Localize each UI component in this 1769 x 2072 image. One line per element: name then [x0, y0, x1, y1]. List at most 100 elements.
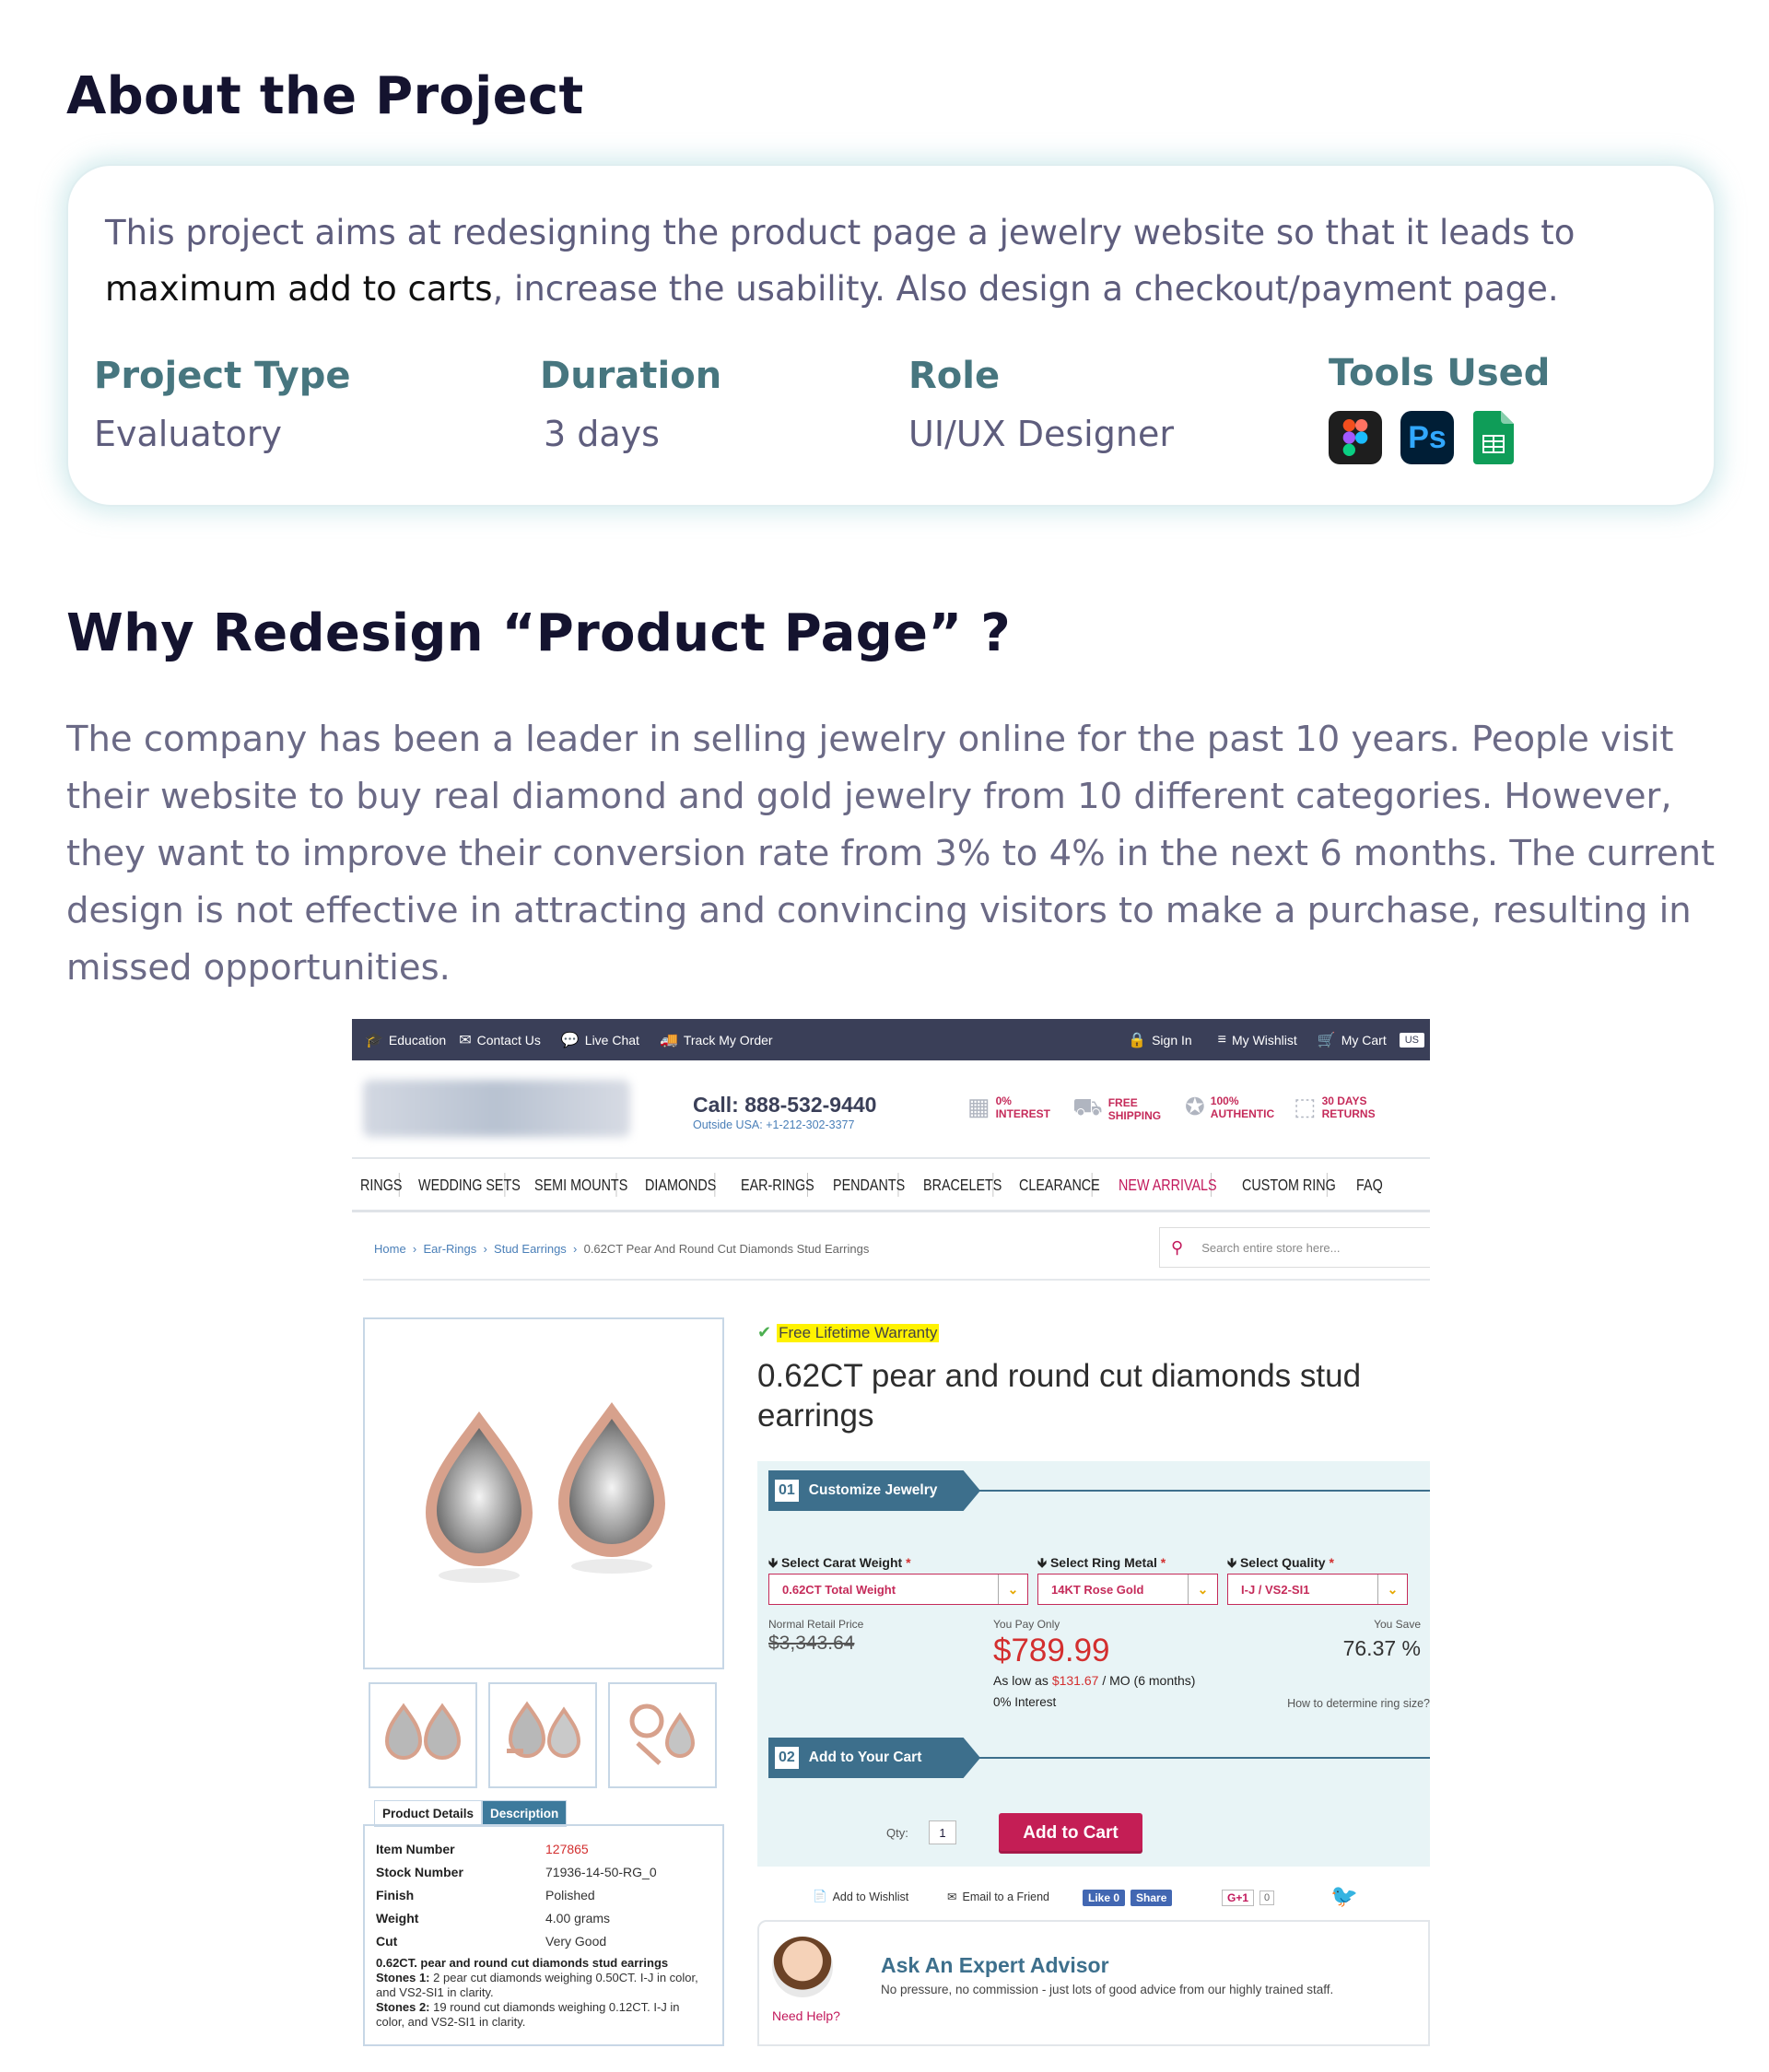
step-label: Customize Jewelry — [808, 1482, 938, 1498]
savings-percent: 76.37 % — [1342, 1636, 1421, 1660]
detail-row: Item Number 127865 — [376, 1837, 711, 1860]
financing-text: As low as $131.67 / MO (6 months) — [993, 1673, 1195, 1688]
country-flag[interactable]: US — [1399, 1032, 1424, 1048]
google-plus-button[interactable]: G+1 — [1222, 1890, 1255, 1906]
nav-ear-rings[interactable]: EAR-RINGS — [732, 1172, 814, 1197]
detail-key: Stock Number — [376, 1864, 463, 1879]
ring-metal-label: 🡻 Select Ring Metal * — [1037, 1555, 1166, 1570]
badge-label: 100% AUTHENTIC — [1210, 1094, 1275, 1120]
topbar-label: My Cart — [1341, 1032, 1387, 1048]
nav-bracelets[interactable]: BRACELETS — [915, 1172, 1002, 1197]
tab-description[interactable]: Description — [482, 1800, 568, 1827]
google-plus-buttons: G+1 0 — [1222, 1890, 1275, 1906]
expert-advisor-box[interactable]: Need Help? Ask An Expert Advisor No pres… — [757, 1920, 1430, 2046]
envelope-icon: ✉ — [947, 1891, 957, 1903]
role-label: Role — [908, 355, 1001, 397]
step-label: Add to Your Cart — [808, 1750, 922, 1765]
nav-faq[interactable]: FAQ — [1348, 1173, 1391, 1197]
detail-value: 71936-14-50-RG_0 — [545, 1864, 657, 1879]
email-friend-link[interactable]: ✉ Email to a Friend — [947, 1890, 1049, 1904]
product-thumbnail[interactable] — [369, 1682, 477, 1788]
topbar-wishlist[interactable]: ≡ My Wishlist — [1218, 1032, 1297, 1048]
ring-size-link[interactable]: How to determine ring size? — [1287, 1697, 1430, 1710]
detail-value: Very Good — [545, 1933, 607, 1949]
carat-weight-label: 🡻 Select Carat Weight * — [768, 1555, 911, 1570]
ribbon-icon: ✪ — [1185, 1093, 1205, 1120]
quality-select[interactable]: I-J / VS2-SI1 ⌄ — [1227, 1574, 1408, 1605]
product-thumbnail[interactable] — [488, 1682, 597, 1788]
sale-price: $789.99 — [993, 1633, 1110, 1668]
nav-rings[interactable]: RINGS — [352, 1172, 402, 1197]
detail-key: Weight — [376, 1910, 419, 1926]
about-heading: About the Project — [66, 66, 584, 126]
expert-title: Ask An Expert Advisor — [881, 1953, 1109, 1977]
twitter-button[interactable]: 🐦 — [1330, 1883, 1358, 1910]
topbar-education[interactable]: 🎓 Education — [365, 1031, 446, 1049]
why-heading: Why Redesign “Product Page” ? — [66, 603, 1012, 663]
tab-product-details[interactable]: Product Details — [374, 1800, 483, 1827]
need-help-label: Need Help? — [772, 2008, 840, 2023]
select-value: 14KT Rose Gold — [1051, 1582, 1144, 1597]
savings-label: You Save — [1374, 1618, 1421, 1631]
details-tabs: Product Details Description — [374, 1800, 568, 1827]
carat-weight-select[interactable]: 0.62CT Total Weight ⌄ — [768, 1574, 1028, 1605]
select-value: I-J / VS2-SI1 — [1241, 1582, 1310, 1597]
calculator-icon: ▦ — [967, 1093, 990, 1120]
search-input[interactable]: Search entire store here... — [1201, 1241, 1340, 1255]
step-number: 01 — [774, 1479, 800, 1503]
nav-new-arrivals[interactable]: NEW ARRIVALS — [1110, 1172, 1217, 1197]
chevron-down-icon: ⌄ — [998, 1574, 1027, 1604]
twitter-bird-icon: 🐦 — [1330, 1884, 1358, 1909]
topbar-live-chat[interactable]: 💬 Live Chat — [561, 1031, 639, 1049]
nav-diamonds[interactable]: DIAMONDS — [637, 1172, 716, 1197]
nav-custom-ring[interactable]: CUSTOM RING — [1234, 1172, 1336, 1197]
facebook-share-button[interactable]: Share — [1131, 1890, 1173, 1906]
nav-semi-mounts[interactable]: SEMI MOUNTS — [526, 1172, 627, 1197]
stones2-label: Stones 2: — [376, 2000, 430, 2014]
search-icon[interactable]: ⚲ — [1171, 1238, 1183, 1258]
quantity-label: Qty: — [886, 1826, 908, 1840]
list-icon: ≡ — [1217, 1031, 1227, 1048]
quality-label: 🡻 Select Quality * — [1227, 1555, 1334, 1570]
topbar-label: Contact Us — [476, 1032, 541, 1048]
quantity-input[interactable]: 1 — [929, 1820, 956, 1844]
nav-clearance[interactable]: CLEARANCE — [1011, 1172, 1100, 1197]
topbar-cart[interactable]: 🛒 My Cart — [1318, 1031, 1387, 1049]
google-sheets-icon — [1472, 411, 1515, 464]
ring-metal-select[interactable]: 14KT Rose Gold ⌄ — [1037, 1574, 1218, 1605]
facebook-like-button[interactable]: Like 0 — [1083, 1890, 1126, 1906]
select-label: Select Carat Weight — [780, 1555, 903, 1570]
phone-number: Call: 888-532-9440 — [693, 1093, 877, 1117]
search-box[interactable]: ⚲ Search entire store here... — [1159, 1227, 1430, 1268]
topbar-sign-in[interactable]: 🔒 Sign In — [1128, 1031, 1192, 1049]
crumb-home[interactable]: Home — [374, 1242, 406, 1256]
financing-prefix: As low as — [993, 1673, 1049, 1688]
financing-suffix: / MO (6 months) — [1102, 1673, 1196, 1688]
nav-wedding-sets[interactable]: WEDDING SETS — [410, 1172, 521, 1197]
detail-title: 0.62CT. pear and round cut diamonds stud… — [376, 1956, 669, 1970]
main-nav: RINGS WEDDING SETS SEMI MOUNTS DIAMONDS … — [352, 1157, 1430, 1212]
add-to-cart-button[interactable]: Add to Cart — [999, 1813, 1142, 1854]
tools-used: Tools Used Ps — [1329, 352, 1550, 464]
detail-key: Finish — [376, 1887, 415, 1902]
store-logo[interactable] — [363, 1080, 630, 1137]
nav-pendants[interactable]: PENDANTS — [825, 1172, 905, 1197]
product-thumbnail[interactable] — [608, 1682, 717, 1788]
financing-amount: $131.67 — [1051, 1673, 1099, 1688]
detail-description: 0.62CT. pear and round cut diamonds stud… — [376, 1956, 711, 2030]
chat-bubble-icon: 💬 — [560, 1032, 580, 1048]
main-product-image[interactable] — [363, 1317, 724, 1669]
role-value: UI/UX Designer — [908, 414, 1174, 454]
facebook-buttons: Like 0 Share — [1083, 1890, 1173, 1906]
duration-value: 3 days — [544, 414, 660, 454]
topbar-track-order[interactable]: 🚚 Track My Order — [660, 1031, 773, 1049]
utility-bar: 🎓 Education ✉ Contact Us 💬 Live Chat 🚚 Track… — [352, 1019, 1430, 1060]
topbar-label: Track My Order — [683, 1032, 773, 1048]
warranty-text: Free Lifetime Warranty — [777, 1323, 940, 1342]
crumb-stud-earrings[interactable]: Stud Earrings — [494, 1242, 567, 1256]
crumb-ear-rings[interactable]: Ear-Rings — [423, 1242, 476, 1256]
topbar-contact[interactable]: ✉ Contact Us — [459, 1031, 541, 1049]
topbar-label: Live Chat — [584, 1032, 639, 1048]
detail-row: Stock Number 71936-14-50-RG_0 — [376, 1860, 711, 1883]
add-to-wishlist-link[interactable]: 📄 Add to Wishlist — [813, 1890, 908, 1903]
